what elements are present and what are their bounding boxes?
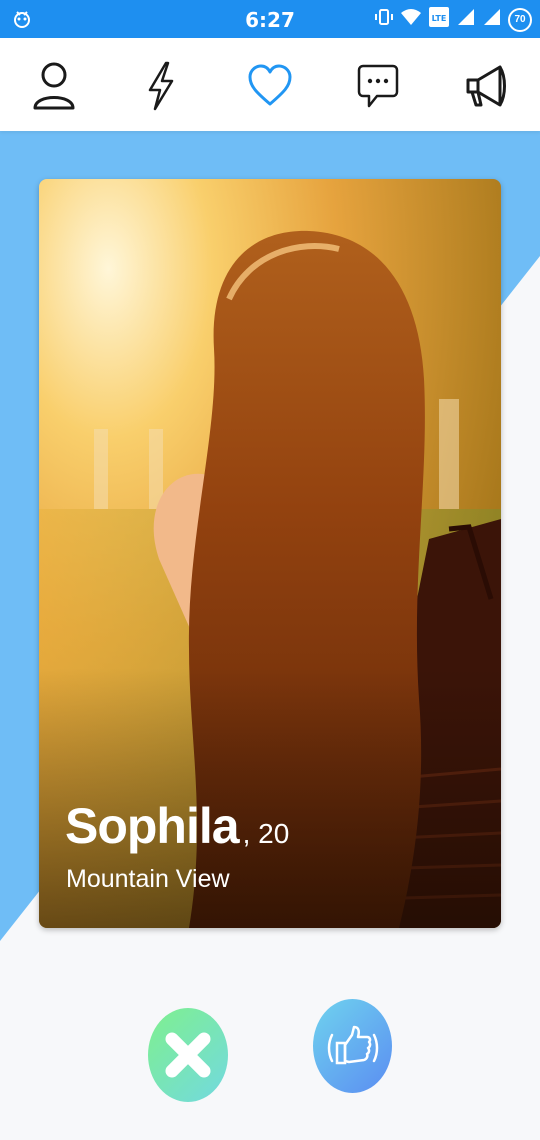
lightning-icon (148, 61, 174, 111)
top-nav-bar (0, 38, 540, 131)
wifi-icon (400, 7, 422, 32)
profile-location: Mountain View (66, 865, 230, 893)
status-bar: 6:27 LTE 70 (0, 0, 540, 38)
nav-boost[interactable] (131, 56, 191, 116)
signal-icon (456, 7, 476, 32)
heart-icon (248, 64, 292, 106)
nav-profile[interactable] (24, 56, 84, 116)
dislike-button[interactable] (148, 1008, 228, 1102)
signal-icon-2 (482, 7, 502, 32)
profile-age: , 20 (242, 818, 290, 849)
profile-card[interactable]: Sophila, 20 Mountain View (39, 179, 501, 928)
volte-icon: LTE (428, 6, 450, 33)
megaphone-icon (466, 65, 506, 107)
vibrate-icon (374, 7, 394, 32)
battery-icon: 70 (508, 7, 532, 32)
nav-matches[interactable] (240, 56, 300, 116)
person-icon (33, 62, 75, 110)
svg-text:LTE: LTE (432, 14, 447, 23)
card-title: Sophila, 20 (65, 797, 289, 855)
nav-messages[interactable] (348, 56, 408, 116)
profile-name: Sophila (65, 798, 240, 854)
close-icon (165, 1032, 211, 1078)
chat-icon (357, 64, 399, 108)
like-button[interactable] (313, 999, 392, 1093)
thumbs-up-icon (327, 1025, 378, 1065)
nav-announcements[interactable] (456, 56, 516, 116)
